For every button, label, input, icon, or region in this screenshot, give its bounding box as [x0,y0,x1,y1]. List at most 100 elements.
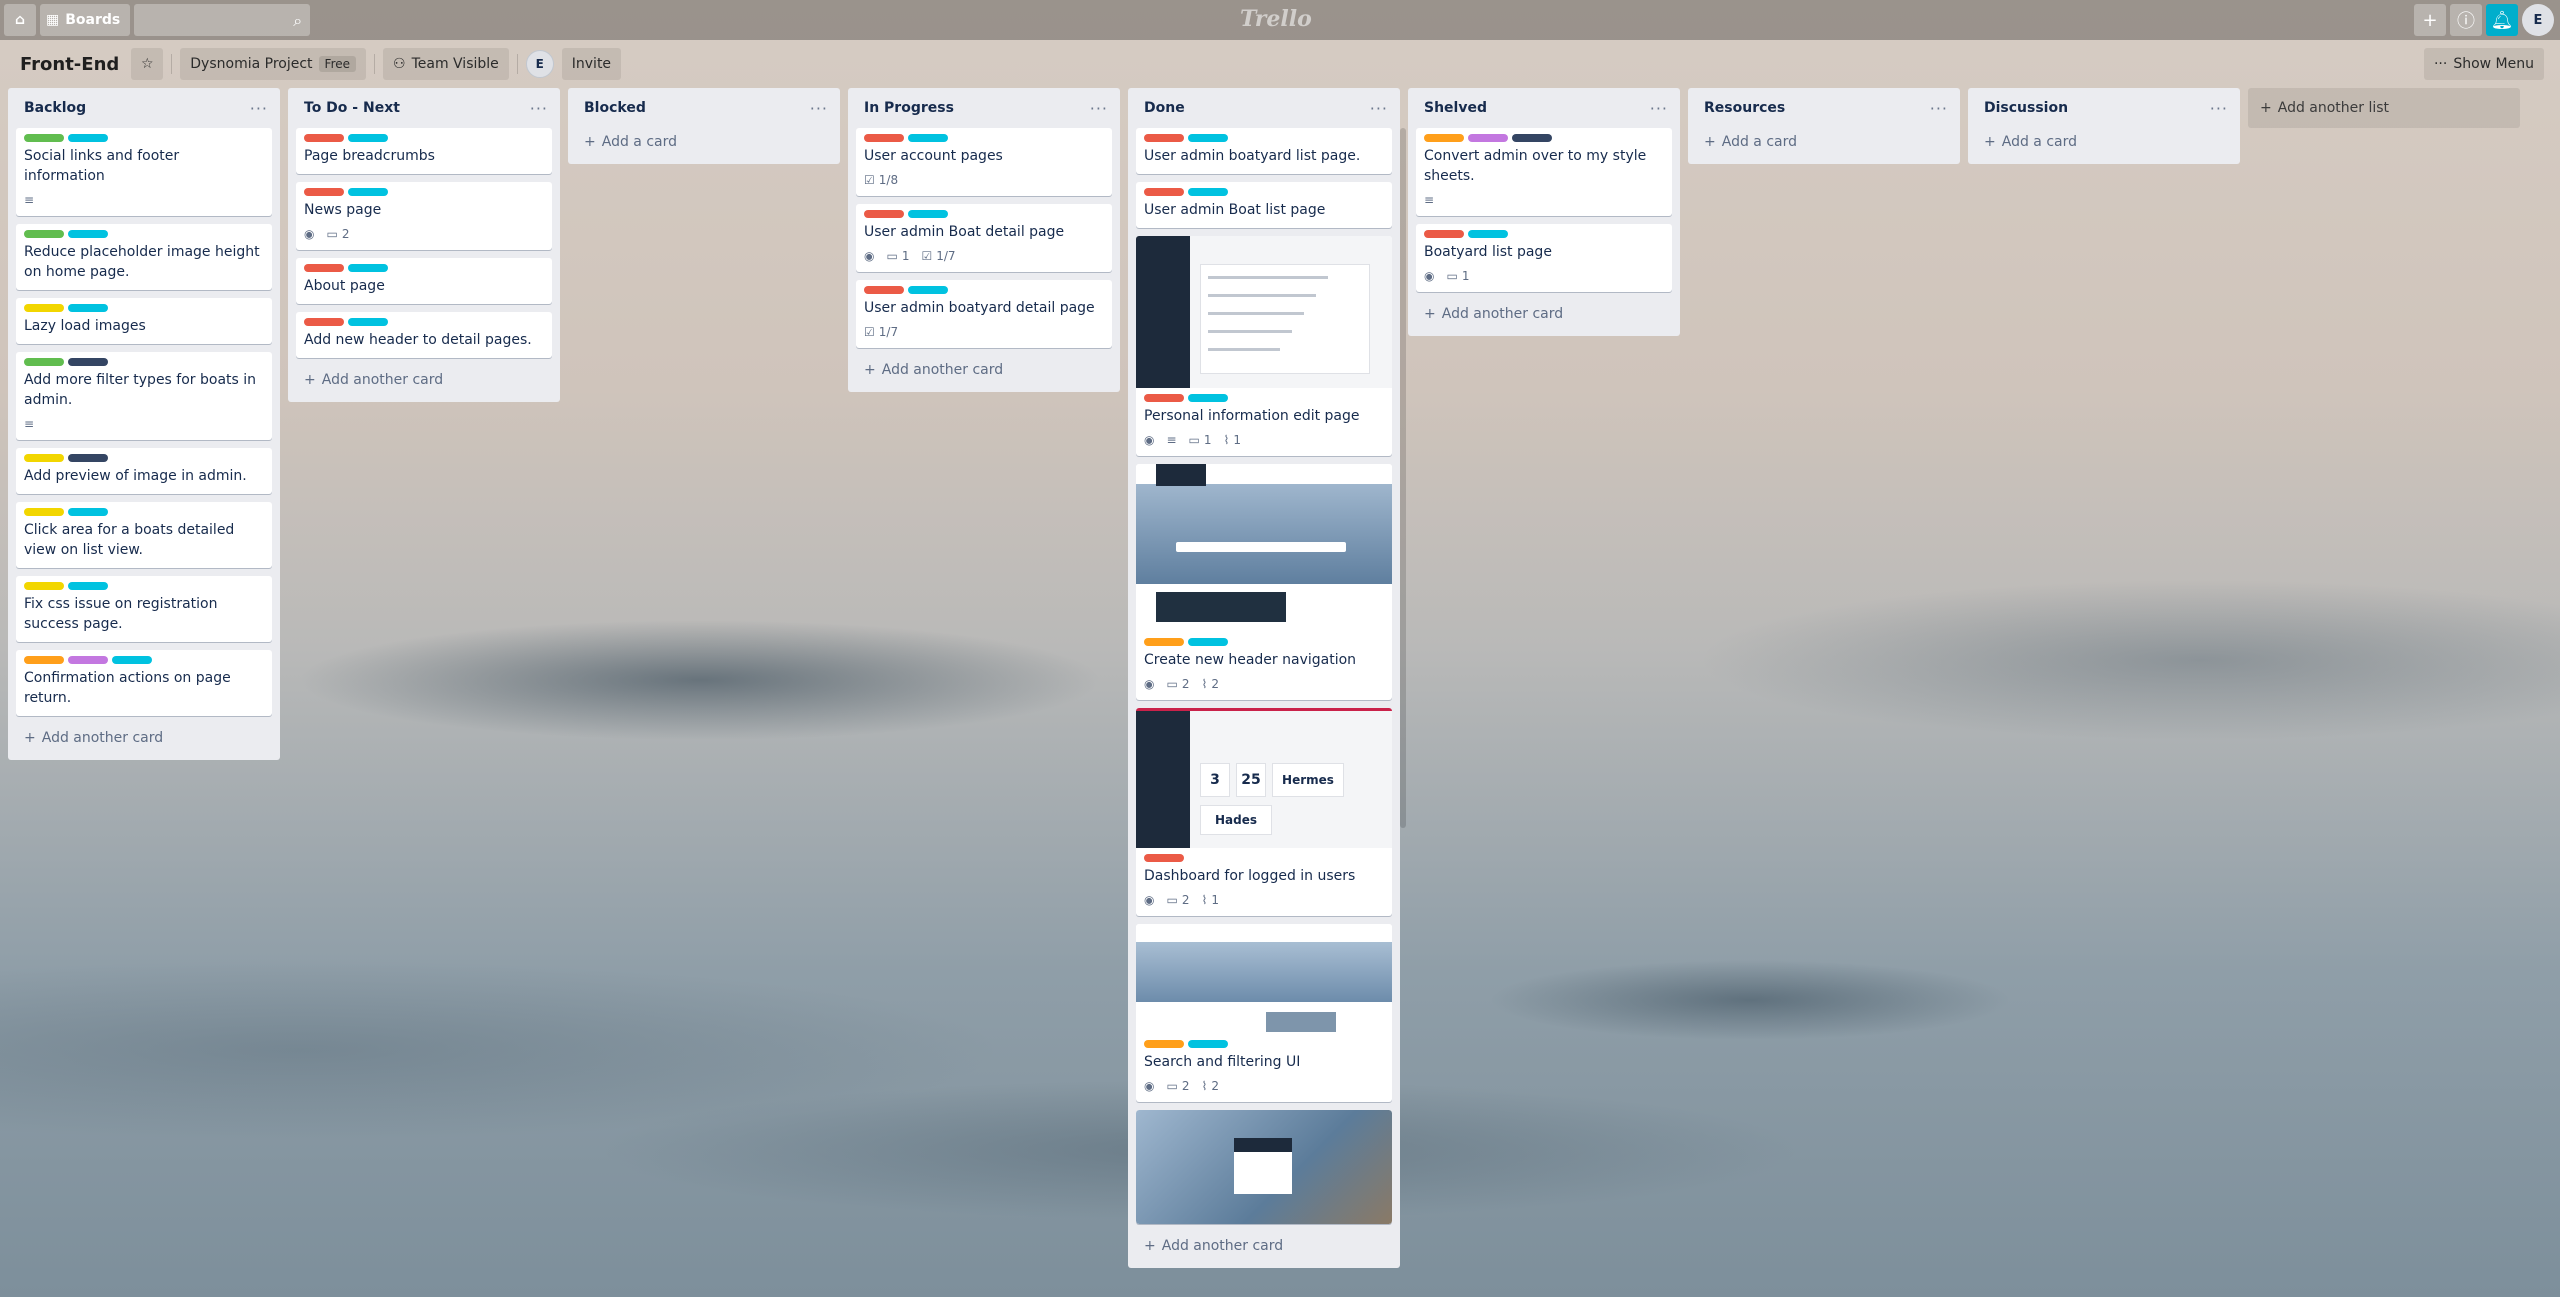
card[interactable]: Add new header to detail pages. [296,312,552,358]
label-red[interactable] [1144,394,1184,402]
card[interactable] [1136,1110,1392,1224]
card-labels[interactable] [864,286,1104,294]
label-cyan[interactable] [1188,638,1228,646]
label-cyan[interactable] [348,188,388,196]
list-title[interactable]: Done [1144,100,1185,116]
notifications-button[interactable]: 🔔︎ [2486,4,2518,36]
card[interactable]: Fix css issue on registration success pa… [16,576,272,642]
label-navy[interactable] [68,454,108,462]
card-cover-image[interactable] [1136,236,1392,388]
card[interactable]: User admin Boat list page [1136,182,1392,228]
card-labels[interactable] [1144,638,1384,646]
user-avatar[interactable]: E [2522,4,2554,36]
label-yellow[interactable] [24,582,64,590]
add-card-button[interactable]: + Add another card [856,356,1112,384]
label-cyan[interactable] [1188,1040,1228,1048]
list-title[interactable]: Backlog [24,100,86,116]
team-button[interactable]: Dysnomia Project Free [180,48,367,80]
card-labels[interactable] [1424,134,1664,142]
card[interactable]: Create new header navigation ◉ ▭ 2 ⌇ 2 [1136,464,1392,700]
card[interactable]: Add more filter types for boats in admin… [16,352,272,440]
add-card-button[interactable]: + Add another card [16,724,272,752]
invite-button[interactable]: Invite [561,48,622,80]
label-cyan[interactable] [68,134,108,142]
label-purple[interactable] [68,656,108,664]
list-menu-icon[interactable]: ··· [1650,99,1668,118]
list-header[interactable]: In Progress ··· [856,88,1112,128]
add-card-button[interactable]: + Add another card [1136,1232,1392,1260]
card-labels[interactable] [24,582,264,590]
label-red[interactable] [864,286,904,294]
boards-button[interactable]: ▦ Boards [40,4,131,36]
list-title[interactable]: Blocked [584,100,646,116]
list-title[interactable]: Shelved [1424,100,1487,116]
list-scrollbar[interactable] [1400,128,1406,828]
card-labels[interactable] [1144,188,1384,196]
card-cover-image[interactable] [1136,1110,1392,1224]
card-labels[interactable] [1424,230,1664,238]
list-menu-icon[interactable]: ··· [1090,99,1108,118]
label-red[interactable] [1144,188,1184,196]
card-labels[interactable] [24,358,264,366]
list-menu-icon[interactable]: ··· [2210,99,2228,118]
list-title[interactable]: Resources [1704,100,1785,116]
list-menu-icon[interactable]: ··· [1370,99,1388,118]
list-title[interactable]: Discussion [1984,100,2068,116]
label-cyan[interactable] [68,508,108,516]
card[interactable]: User account pages ☑ 1/8 [856,128,1112,196]
list-header[interactable]: Backlog ··· [16,88,272,128]
member-avatar[interactable]: E [525,50,554,78]
card[interactable]: Convert admin over to my style sheets. ≡ [1416,128,1672,216]
add-list-button[interactable]: + Add another list [2248,88,2520,128]
card-labels[interactable] [24,508,264,516]
card[interactable]: Search and filtering UI ◉ ▭ 2 ⌇ 2 [1136,924,1392,1102]
list-header[interactable]: Done ··· [1136,88,1392,128]
info-button[interactable]: ⓘ [2450,4,2482,36]
label-purple[interactable] [1468,134,1508,142]
label-cyan[interactable] [908,134,948,142]
label-green[interactable] [24,358,64,366]
list-header[interactable]: Shelved ··· [1416,88,1672,128]
label-red[interactable] [304,318,344,326]
label-green[interactable] [24,134,64,142]
card-cover-image[interactable]: 3 25 Hermes Hades [1136,708,1392,848]
label-red[interactable] [864,210,904,218]
card[interactable]: Add preview of image in admin. [16,448,272,494]
card-labels[interactable] [304,318,544,326]
card[interactable]: About page [296,258,552,304]
card[interactable]: Lazy load images [16,298,272,344]
card-labels[interactable] [24,230,264,238]
card[interactable]: Reduce placeholder image height on home … [16,224,272,290]
label-cyan[interactable] [1188,188,1228,196]
card-labels[interactable] [1144,854,1384,862]
list-title[interactable]: In Progress [864,100,954,116]
card-labels[interactable] [864,210,1104,218]
label-yellow[interactable] [24,304,64,312]
label-cyan[interactable] [68,582,108,590]
label-red[interactable] [304,134,344,142]
label-orange[interactable] [24,656,64,664]
label-cyan[interactable] [348,134,388,142]
label-red[interactable] [1144,134,1184,142]
label-cyan[interactable] [348,264,388,272]
list-title[interactable]: To Do - Next [304,100,400,116]
card-labels[interactable] [24,304,264,312]
label-orange[interactable] [1144,1040,1184,1048]
label-cyan[interactable] [908,286,948,294]
label-cyan[interactable] [348,318,388,326]
card[interactable]: Boatyard list page ◉ ▭ 1 [1416,224,1672,292]
label-green[interactable] [24,230,64,238]
home-button[interactable]: ⌂ [4,4,36,36]
label-cyan[interactable] [1188,134,1228,142]
label-cyan[interactable] [1188,394,1228,402]
list-header[interactable]: To Do - Next ··· [296,88,552,128]
card[interactable]: Click area for a boats detailed view on … [16,502,272,568]
label-red[interactable] [304,264,344,272]
add-card-button[interactable]: + Add a card [576,128,832,156]
card[interactable]: User admin Boat detail page ◉ ▭ 1 ☑ 1/7 [856,204,1112,272]
label-yellow[interactable] [24,508,64,516]
add-card-button[interactable]: + Add a card [1976,128,2232,156]
label-cyan[interactable] [1468,230,1508,238]
label-cyan[interactable] [68,304,108,312]
list-menu-icon[interactable]: ··· [810,99,828,118]
